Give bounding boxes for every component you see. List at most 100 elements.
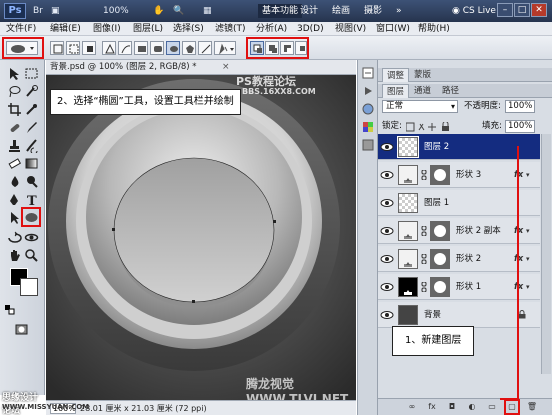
- freeform-pen-icon[interactable]: [118, 41, 132, 55]
- layer-row[interactable]: 形状 3 fx ▾: [378, 162, 540, 188]
- visibility-eye-icon[interactable]: [380, 196, 394, 210]
- delete-layer-icon[interactable]: 🗑: [526, 401, 538, 413]
- document-tab[interactable]: 背景.psd @ 100% (图层 2, RGB/8) * ×: [46, 60, 356, 75]
- dodge-tool-icon[interactable]: [24, 174, 39, 189]
- tab-paths[interactable]: 路径: [438, 84, 463, 98]
- pen-tool-icon[interactable]: [7, 192, 22, 207]
- vector-mask-thumbnail[interactable]: [430, 249, 450, 269]
- default-colors-icon[interactable]: [5, 305, 15, 315]
- tool-preset-picker[interactable]: [6, 41, 38, 55]
- opacity-field[interactable]: 100%: [505, 100, 535, 113]
- background-color-swatch[interactable]: [20, 278, 38, 296]
- vector-mask-thumbnail[interactable]: [430, 277, 450, 297]
- menu-image[interactable]: 图像(I): [93, 22, 121, 36]
- menu-3d[interactable]: 3D(D): [297, 22, 324, 36]
- visibility-eye-icon[interactable]: [380, 280, 394, 294]
- quick-selection-tool-icon[interactable]: [24, 84, 39, 99]
- menu-layer[interactable]: 图层(L): [133, 22, 163, 36]
- visibility-eye-icon[interactable]: [380, 252, 394, 266]
- ellipse-shape-icon[interactable]: [166, 41, 180, 55]
- zoom-level-menu[interactable]: 100%: [100, 4, 132, 18]
- custom-shape-icon[interactable]: [214, 41, 236, 55]
- eyedropper-tool-icon[interactable]: [24, 102, 39, 117]
- close-tab-icon[interactable]: ×: [222, 60, 230, 75]
- link-chain-icon[interactable]: [421, 169, 427, 181]
- history-brush-tool-icon[interactable]: [24, 138, 39, 153]
- tab-masks[interactable]: 蒙版: [410, 68, 435, 82]
- visibility-eye-icon[interactable]: [380, 224, 394, 238]
- zoom-field[interactable]: 100%: [50, 403, 76, 414]
- pen-tool-icon[interactable]: [102, 41, 116, 55]
- expand-effects-icon[interactable]: ▾: [526, 274, 530, 300]
- workspace-painting[interactable]: 绘画: [332, 4, 350, 18]
- layer-row[interactable]: 图层 2: [378, 134, 540, 160]
- menu-filter[interactable]: 滤镜(T): [215, 22, 246, 36]
- tab-layers[interactable]: 图层: [382, 84, 410, 98]
- menu-edit[interactable]: 编辑(E): [50, 22, 81, 36]
- menu-analysis[interactable]: 分析(A): [256, 22, 287, 36]
- maximize-button[interactable]: □: [514, 3, 530, 17]
- styles-panel-icon[interactable]: [361, 138, 375, 152]
- fill-pixels-mode-icon[interactable]: [82, 41, 96, 55]
- add-to-shape-area-icon[interactable]: [265, 41, 279, 55]
- zoom-tool-icon[interactable]: [24, 248, 39, 263]
- layer-row[interactable]: 形状 1 fx ▾: [378, 274, 540, 300]
- layer-style-icon[interactable]: fx: [426, 401, 438, 413]
- crop-tool-icon[interactable]: [7, 102, 22, 117]
- blur-tool-icon[interactable]: [7, 174, 22, 189]
- adjustment-layer-icon[interactable]: ◐: [466, 401, 478, 413]
- link-chain-icon[interactable]: [421, 253, 427, 265]
- history-panel-icon[interactable]: [361, 66, 375, 80]
- subtract-from-shape-area-icon[interactable]: [280, 41, 294, 55]
- hand-tool-icon[interactable]: [7, 248, 22, 263]
- add-mask-icon[interactable]: ◘: [446, 401, 458, 413]
- workspace-design[interactable]: 设计: [300, 4, 318, 18]
- 3d-rotate-tool-icon[interactable]: [7, 230, 22, 245]
- gradient-tool-icon[interactable]: [24, 156, 39, 171]
- rectangle-shape-icon[interactable]: [134, 41, 148, 55]
- shape-layers-mode-icon[interactable]: [50, 41, 64, 55]
- menu-window[interactable]: 窗口(W): [376, 22, 410, 36]
- visibility-eye-icon[interactable]: [380, 140, 394, 154]
- new-group-icon[interactable]: ▭: [486, 401, 498, 413]
- mini-bridge-button[interactable]: ▣: [48, 4, 63, 18]
- arrange-documents-button[interactable]: ▦: [200, 4, 215, 18]
- intersect-shape-areas-icon[interactable]: [295, 41, 307, 55]
- fill-field[interactable]: 100%: [505, 120, 535, 133]
- menu-help[interactable]: 帮助(H): [418, 22, 450, 36]
- link-layers-icon[interactable]: ∞: [406, 401, 418, 413]
- bridge-button[interactable]: Br: [30, 4, 46, 18]
- menu-select[interactable]: 选择(S): [173, 22, 204, 36]
- brush-tool-icon[interactable]: [24, 120, 39, 135]
- marquee-tool-icon[interactable]: [24, 66, 39, 81]
- expand-effects-icon[interactable]: ▾: [526, 246, 530, 272]
- eraser-tool-icon[interactable]: [7, 156, 22, 171]
- link-chain-icon[interactable]: [421, 281, 427, 293]
- quick-mask-icon[interactable]: [14, 322, 29, 337]
- lasso-tool-icon[interactable]: [7, 84, 22, 99]
- vector-mask-thumbnail[interactable]: [430, 165, 450, 185]
- healing-brush-tool-icon[interactable]: [7, 120, 22, 135]
- cs-live-button[interactable]: ◉ CS Live: [452, 3, 496, 19]
- color-panel-icon[interactable]: [361, 102, 375, 116]
- lock-options-icons[interactable]: [405, 121, 454, 132]
- layer-row[interactable]: 形状 2 副本 fx ▾: [378, 218, 540, 244]
- clone-stamp-tool-icon[interactable]: [7, 138, 22, 153]
- minimize-button[interactable]: –: [497, 3, 513, 17]
- visibility-eye-icon[interactable]: [380, 168, 394, 182]
- 3d-orbit-tool-icon[interactable]: [24, 230, 39, 245]
- workspace-photography[interactable]: 摄影: [364, 4, 382, 18]
- ellipse-path[interactable]: [113, 157, 275, 303]
- rounded-rectangle-shape-icon[interactable]: [150, 41, 164, 55]
- swatches-panel-icon[interactable]: [361, 120, 375, 134]
- create-new-shape-layer-icon[interactable]: [250, 41, 264, 55]
- layer-row[interactable]: 图层 1: [378, 190, 540, 216]
- menu-view[interactable]: 视图(V): [335, 22, 366, 36]
- path-selection-tool-icon[interactable]: [7, 210, 22, 225]
- new-layer-icon[interactable]: ▢: [504, 399, 520, 415]
- type-tool-icon[interactable]: T: [24, 192, 39, 207]
- menu-file[interactable]: 文件(F): [6, 22, 36, 36]
- vector-mask-thumbnail[interactable]: [430, 221, 450, 241]
- document-canvas[interactable]: 2、选择“椭圆”工具，设置工具栏并绘制 PS教程论坛 BBS.16XX8.COM…: [46, 75, 356, 400]
- blend-mode-select[interactable]: 正常: [382, 100, 458, 113]
